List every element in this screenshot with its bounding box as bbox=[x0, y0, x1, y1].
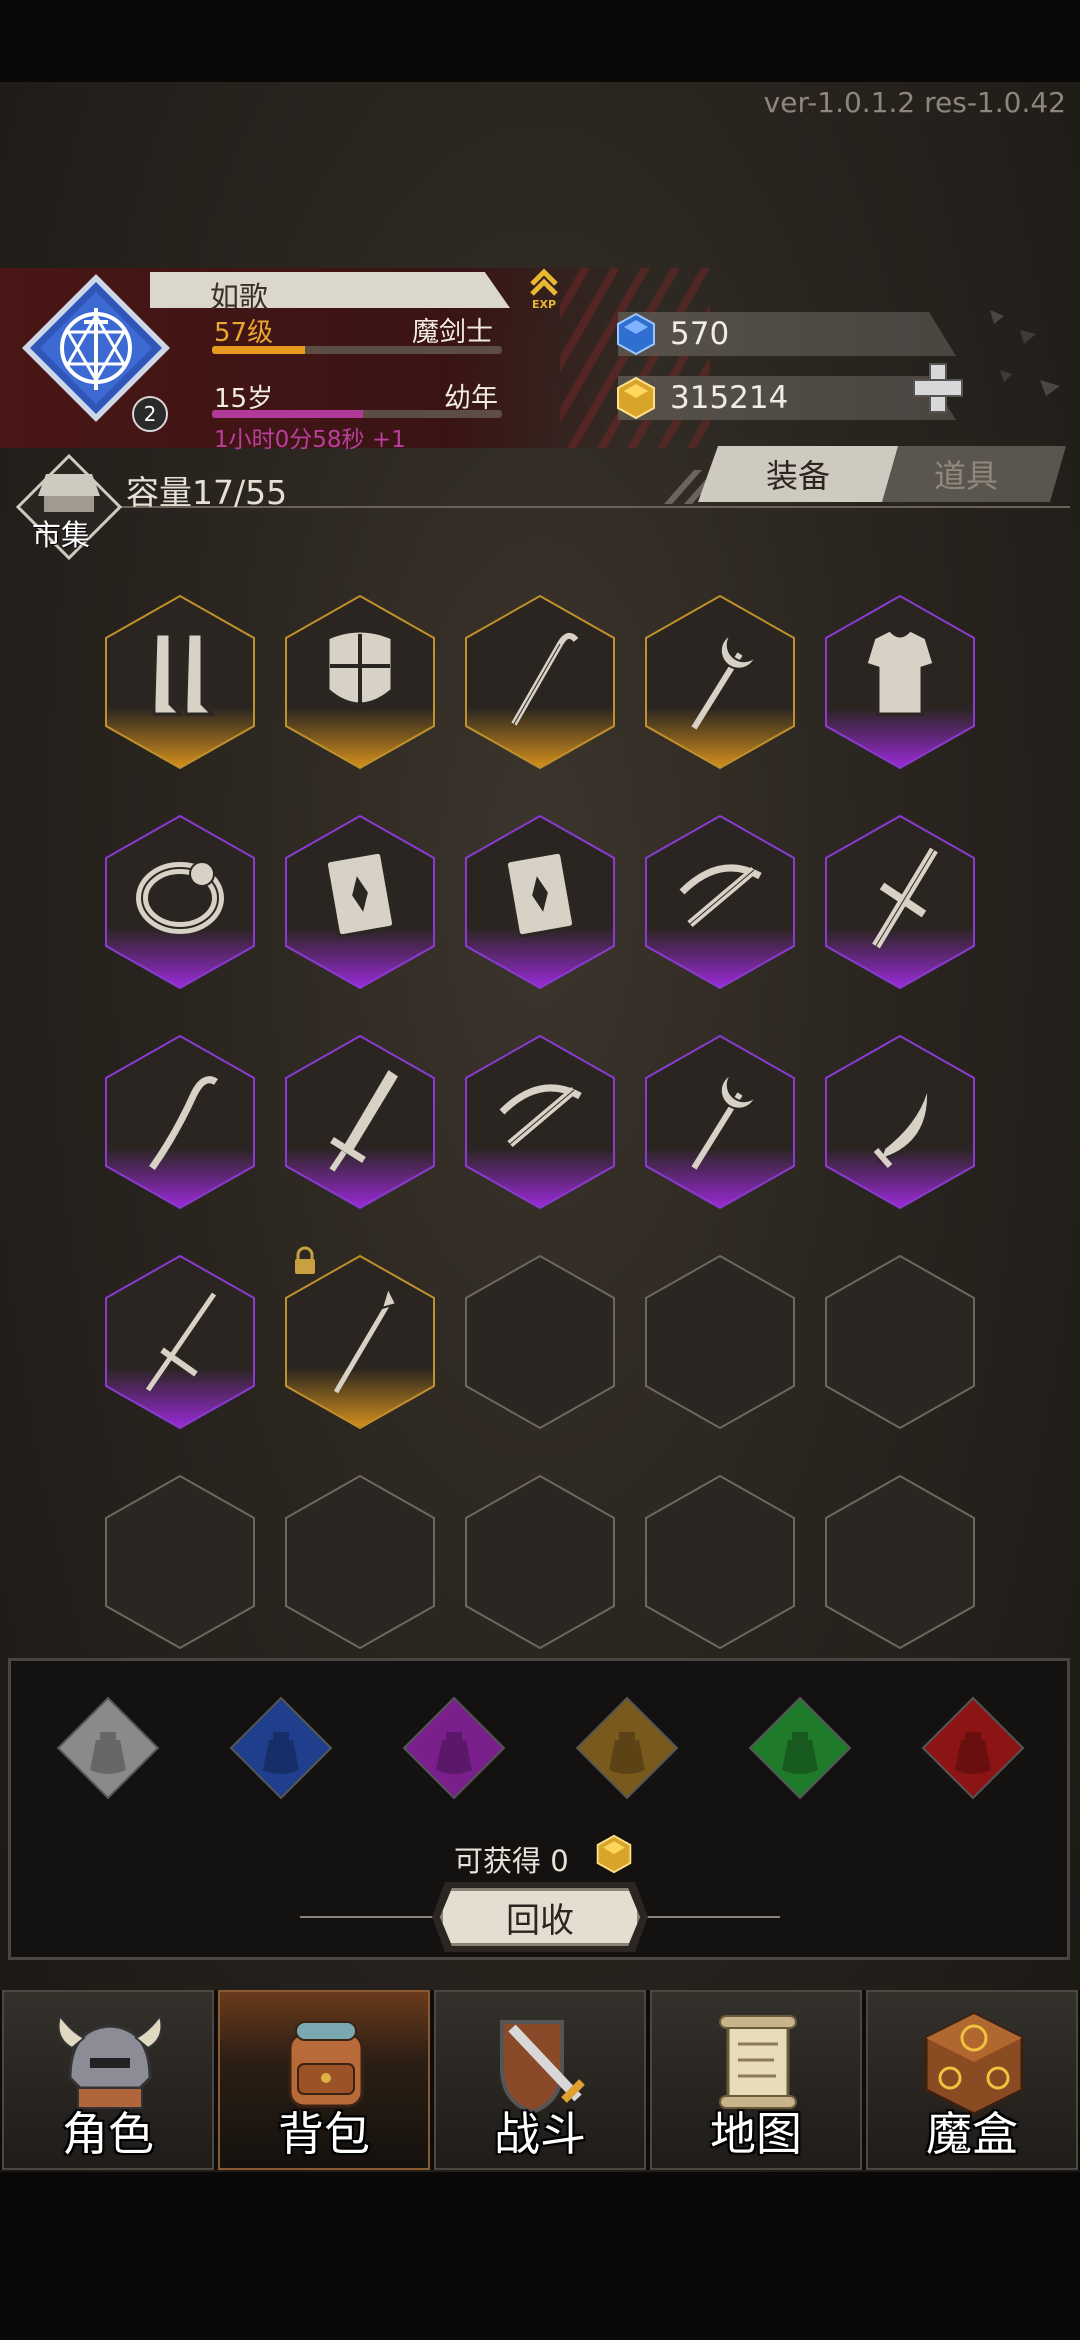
nav-character[interactable]: 角色 bbox=[2, 1990, 214, 2170]
inventory-slot[interactable] bbox=[644, 814, 796, 990]
inventory-slot[interactable] bbox=[104, 594, 256, 770]
bottom-nav: 角色 背包 战斗 地图 魔盒 bbox=[0, 1990, 1080, 2170]
inventory-slot[interactable] bbox=[644, 1034, 796, 1210]
nav-battle[interactable]: 战斗 bbox=[434, 1990, 646, 2170]
tab-items-label: 道具 bbox=[933, 457, 998, 495]
inventory-slot[interactable] bbox=[824, 814, 976, 990]
inventory-slot[interactable] bbox=[824, 594, 976, 770]
decorative-shards-icon bbox=[990, 310, 1060, 396]
age-progress-fill bbox=[212, 410, 363, 418]
shield-icon bbox=[326, 629, 394, 710]
inventory-slot-empty bbox=[464, 1254, 616, 1430]
money-bag-icon bbox=[229, 1696, 333, 1800]
book-icon bbox=[324, 850, 396, 938]
growth-timer: 1小时0分58秒 +1 bbox=[214, 427, 406, 453]
inventory-slot[interactable] bbox=[104, 814, 256, 990]
inventory-slot-empty bbox=[464, 1474, 616, 1650]
recycle-button[interactable]: 回收 bbox=[440, 1888, 640, 1946]
inventory-slot-empty bbox=[824, 1474, 976, 1650]
rarity-bag-button[interactable] bbox=[229, 1696, 333, 1800]
inventory-slot[interactable] bbox=[824, 1034, 976, 1210]
inventory-slot-empty bbox=[644, 1254, 796, 1430]
diamond-bar bbox=[618, 312, 956, 356]
money-bag-icon bbox=[56, 1696, 160, 1800]
gold-count: 315214 bbox=[670, 380, 789, 416]
money-bag-icon bbox=[402, 1696, 506, 1800]
age-progress-bar bbox=[212, 410, 502, 418]
diamond-icon bbox=[617, 312, 655, 356]
tab-equipment[interactable]: 装备 bbox=[698, 446, 898, 502]
inventory-slot-empty bbox=[284, 1474, 436, 1650]
rarity-bag-button[interactable] bbox=[748, 1696, 852, 1800]
inventory-slot-empty bbox=[824, 1254, 976, 1430]
inventory-capacity: 容量17/55 bbox=[126, 473, 288, 512]
book-icon bbox=[504, 850, 576, 938]
nav-backpack-label: 背包 bbox=[278, 2107, 370, 2161]
inventory-slot[interactable] bbox=[464, 594, 616, 770]
money-bag-icon bbox=[748, 1696, 852, 1800]
exp-up-arrow-icon[interactable]: EXP bbox=[526, 266, 562, 310]
inventory-slot[interactable] bbox=[284, 1254, 436, 1430]
nav-battle-label: 战斗 bbox=[494, 2107, 586, 2161]
obtain-label: 可获得 0 bbox=[454, 1844, 569, 1878]
svg-text:EXP: EXP bbox=[532, 298, 556, 310]
nav-magic-box-label: 魔盒 bbox=[926, 2107, 1018, 2161]
tab-equipment-label: 装备 bbox=[765, 457, 830, 495]
inventory-slot[interactable] bbox=[284, 1034, 436, 1210]
rarity-bag-button[interactable] bbox=[402, 1696, 506, 1800]
rarity-bag-button[interactable] bbox=[56, 1696, 160, 1800]
inventory-slot[interactable] bbox=[104, 1254, 256, 1430]
inventory-slot[interactable] bbox=[464, 1034, 616, 1210]
money-bag-icon bbox=[921, 1696, 1025, 1800]
inventory-slot[interactable] bbox=[464, 814, 616, 990]
player-level: 57级 bbox=[214, 318, 274, 348]
player-class: 魔剑士 bbox=[412, 317, 493, 348]
diamond-count: 570 bbox=[670, 316, 730, 352]
player-name: 如歌 bbox=[210, 280, 269, 314]
level-progress-fill bbox=[212, 346, 305, 354]
emblem-badge: 2 bbox=[132, 396, 168, 432]
name-plate bbox=[150, 272, 510, 308]
market-label: 市集 bbox=[32, 518, 91, 552]
version-label: ver-1.0.1.2 res-1.0.42 bbox=[763, 86, 1066, 119]
header-stripes bbox=[560, 268, 710, 448]
inventory-slot[interactable] bbox=[104, 1034, 256, 1210]
nav-backpack[interactable]: 背包 bbox=[218, 1990, 430, 2170]
lock-icon bbox=[295, 1246, 315, 1274]
nav-character-label: 角色 bbox=[62, 2107, 154, 2161]
inventory-slot[interactable] bbox=[644, 594, 796, 770]
rarity-bag-button[interactable] bbox=[921, 1696, 1025, 1800]
inventory-slot[interactable] bbox=[284, 814, 436, 990]
market-button[interactable]: 市集 bbox=[14, 452, 124, 562]
money-bag-icon bbox=[575, 1696, 679, 1800]
nav-map-label: 地图 bbox=[710, 2107, 802, 2161]
add-currency-plus-icon[interactable] bbox=[910, 360, 966, 416]
rarity-bag-button[interactable] bbox=[575, 1696, 679, 1800]
nav-map[interactable]: 地图 bbox=[650, 1990, 862, 2170]
inventory-slot-empty bbox=[644, 1474, 796, 1650]
nav-magic-box[interactable]: 魔盒 bbox=[866, 1990, 1078, 2170]
tab-items[interactable]: 道具 bbox=[866, 446, 1066, 502]
gold-gem-icon bbox=[596, 1834, 632, 1874]
gold-gem-icon bbox=[617, 376, 655, 420]
level-progress-bar bbox=[212, 346, 502, 354]
inventory-slot[interactable] bbox=[284, 594, 436, 770]
inventory-slot-empty bbox=[104, 1474, 256, 1650]
